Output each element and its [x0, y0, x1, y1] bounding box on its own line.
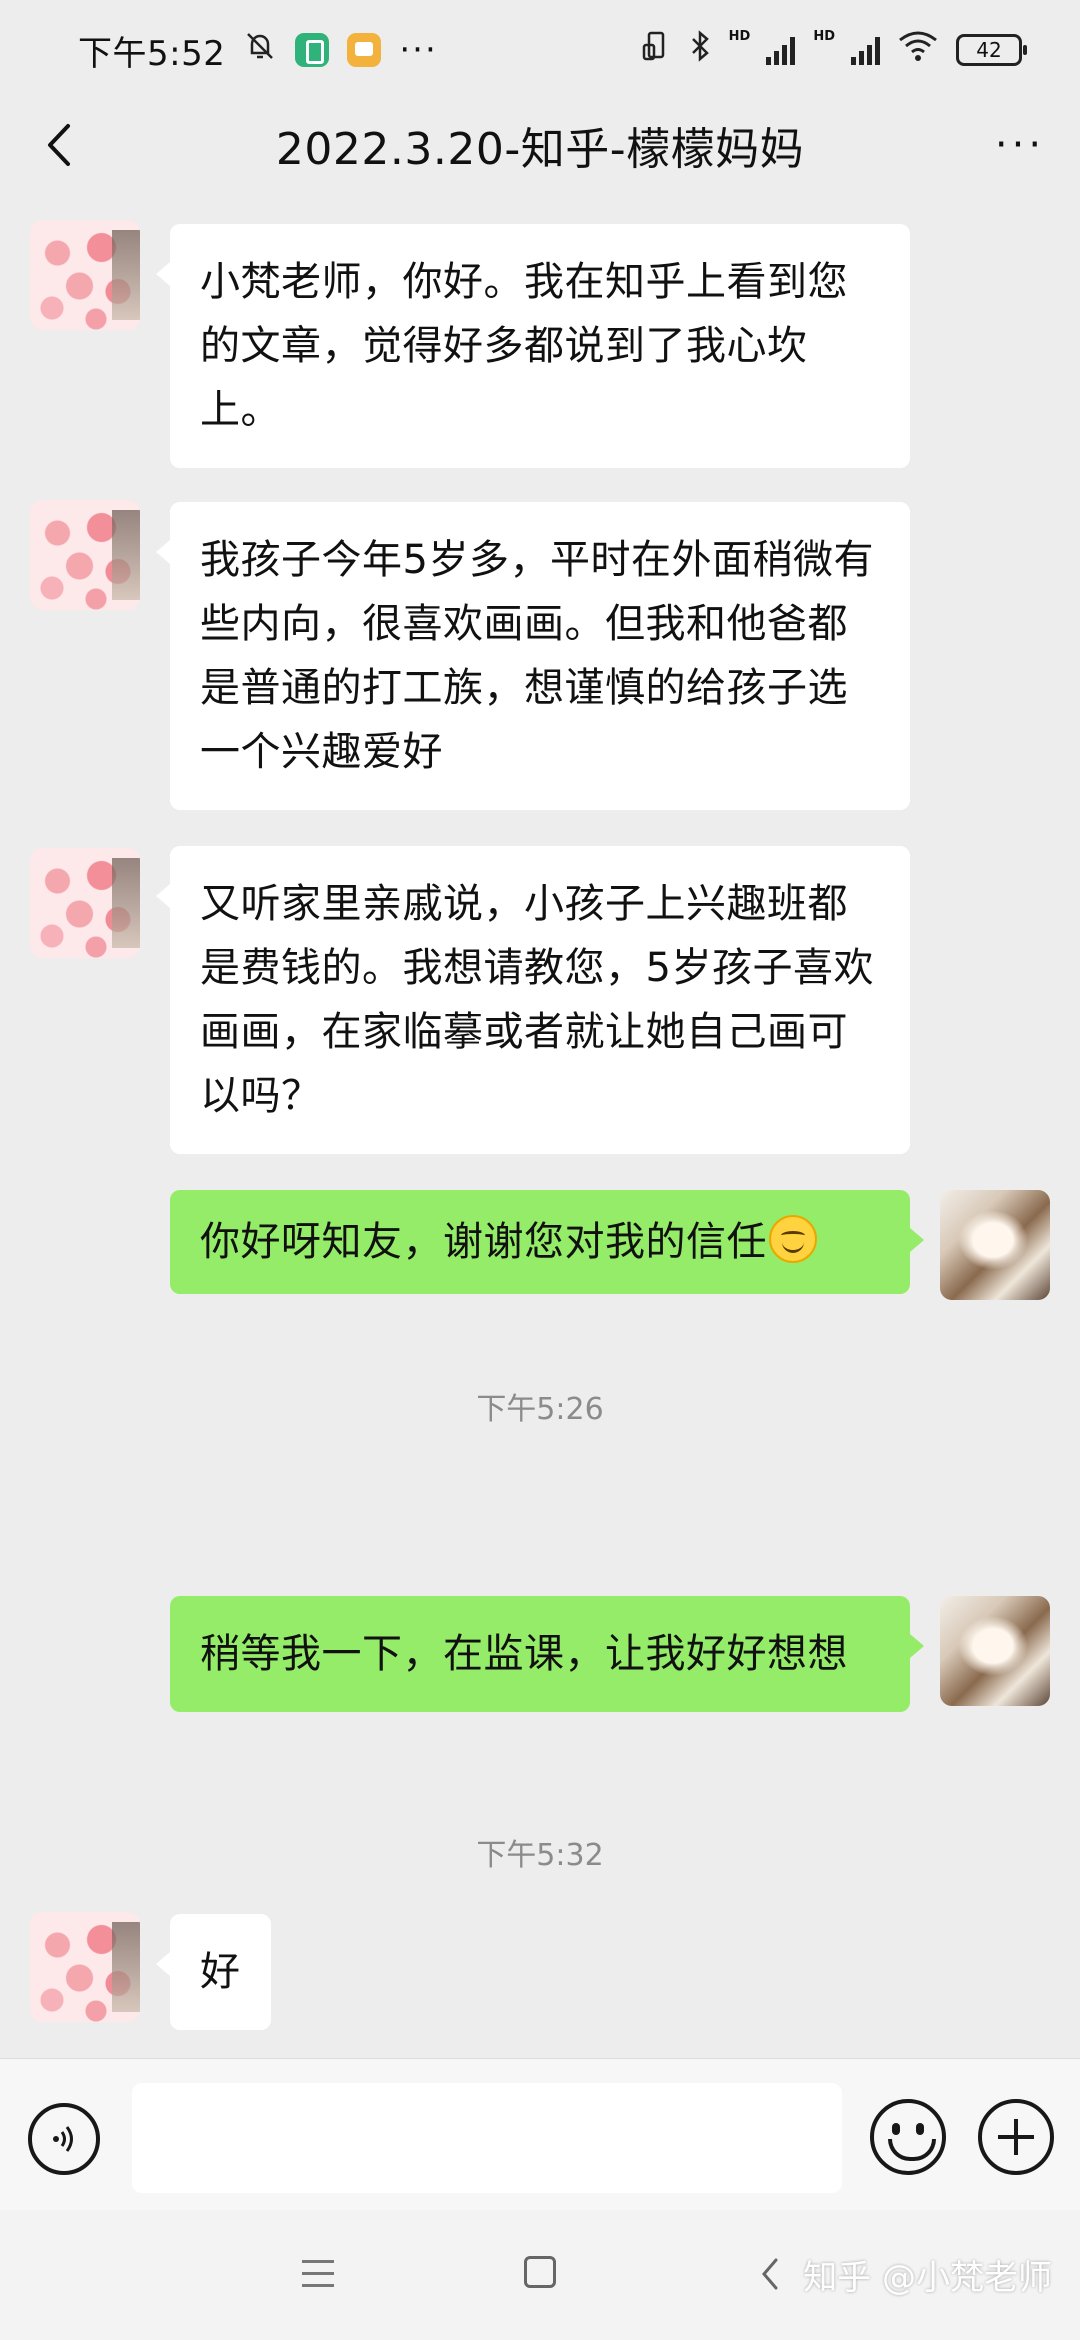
- contact-avatar[interactable]: [30, 848, 140, 958]
- smile-emoji-icon: [769, 1215, 817, 1263]
- wifi-icon: [898, 30, 938, 71]
- message-text: 好: [200, 1949, 241, 1995]
- message-bubble-incoming[interactable]: 小梵老师，你好。我在知乎上看到您的文章，觉得好多都说到了我心坎上。: [156, 224, 910, 468]
- signal-icon-2: [851, 35, 880, 65]
- vpn-shield-icon: [295, 33, 330, 67]
- status-bar: 下午5:52 ··· HD HD 42: [0, 0, 1080, 100]
- timestamp: 下午5:32: [476, 1838, 604, 1873]
- message-bubble-incoming[interactable]: 好: [156, 1914, 271, 2030]
- self-avatar[interactable]: [940, 1190, 1050, 1300]
- notes-app-icon: [347, 33, 382, 67]
- status-left: 下午5:52 ···: [78, 26, 438, 75]
- nav-home-icon[interactable]: [524, 2256, 556, 2288]
- contact-avatar[interactable]: [30, 500, 140, 610]
- screen-rotate-icon: [641, 29, 671, 72]
- message-input[interactable]: [132, 2083, 842, 2193]
- more-actions-button[interactable]: [978, 2099, 1054, 2175]
- signal-icon: [766, 35, 796, 65]
- contact-avatar[interactable]: [30, 1912, 140, 2022]
- message-text: 你好呀知友，谢谢您对我的信任: [200, 1219, 767, 1265]
- back-chevron-icon: [48, 124, 70, 166]
- system-nav-bar: 知乎 @小梵老师: [0, 2210, 1080, 2340]
- more-options-button[interactable]: ···: [990, 120, 1050, 170]
- more-notifications-icon: ···: [399, 30, 438, 70]
- nav-menu-icon[interactable]: [302, 2260, 334, 2288]
- status-right: HD HD 42: [641, 28, 1027, 72]
- watermark: 知乎 @小梵老师: [803, 2258, 1052, 2298]
- self-avatar[interactable]: [940, 1596, 1050, 1706]
- message-text: 又听家里亲戚说，小孩子上兴趣班都是费钱的。我想请教您，5岁孩子喜欢画画，在家临摹…: [200, 881, 874, 1119]
- battery-icon: 42: [956, 34, 1027, 66]
- message-bubble-incoming[interactable]: 又听家里亲戚说，小孩子上兴趣班都是费钱的。我想请教您，5岁孩子喜欢画画，在家临摹…: [156, 846, 910, 1154]
- message-bubble-incoming[interactable]: 我孩子今年5岁多，平时在外面稍微有些内向，很喜欢画画。但我和他爸都是普通的打工族…: [156, 502, 910, 810]
- message-text: 我孩子今年5岁多，平时在外面稍微有些内向，很喜欢画画。但我和他爸都是普通的打工族…: [200, 537, 874, 775]
- contact-avatar[interactable]: [30, 220, 140, 330]
- hd-label-2: HD: [813, 28, 835, 44]
- voice-input-button[interactable]: [28, 2103, 100, 2175]
- message-text: 小梵老师，你好。我在知乎上看到您的文章，觉得好多都说到了我心坎上。: [200, 259, 848, 433]
- mute-bell-icon: [243, 29, 277, 72]
- hd-label: HD: [728, 28, 751, 44]
- voice-input-icon: [53, 2126, 73, 2152]
- timestamp: 下午5:26: [476, 1392, 604, 1427]
- message-text: 稍等我一下，在监课，让我好好想想: [200, 1631, 848, 1677]
- message-bubble-outgoing[interactable]: 稍等我一下，在监课，让我好好想想: [170, 1596, 924, 1712]
- bluetooth-icon: [689, 29, 711, 72]
- chat-title: 2022.3.20-知乎-檬檬妈妈: [275, 124, 805, 175]
- nav-back-icon[interactable]: [750, 2254, 790, 2294]
- back-button[interactable]: [34, 120, 84, 170]
- emoji-button[interactable]: [870, 2099, 946, 2175]
- message-bubble-outgoing[interactable]: 你好呀知友，谢谢您对我的信任: [170, 1190, 924, 1294]
- chat-header: 2022.3.20-知乎-檬檬妈妈 ···: [0, 100, 1080, 190]
- input-bar: [0, 2058, 1080, 2210]
- status-time: 下午5:52: [78, 33, 226, 74]
